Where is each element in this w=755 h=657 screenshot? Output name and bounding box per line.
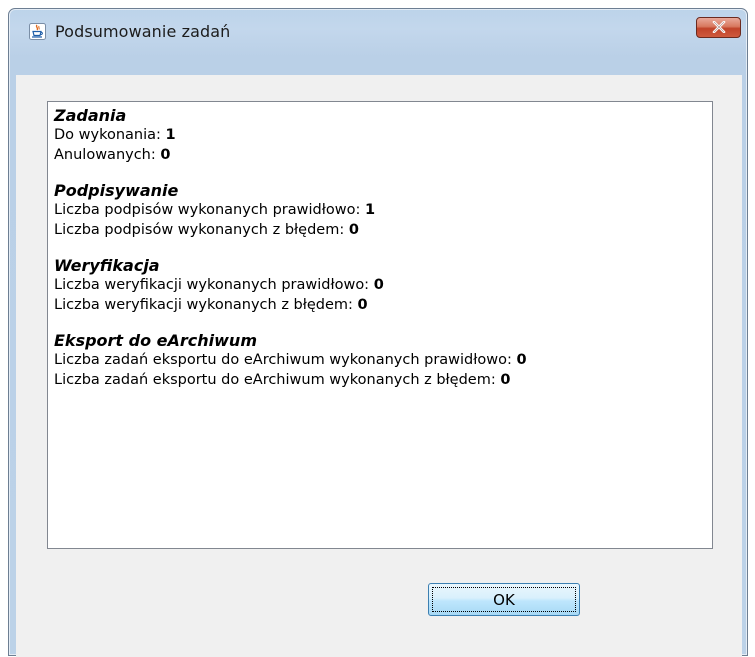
row-label: Liczba zadań eksportu do eArchiwum wykon… <box>54 372 496 388</box>
summary-row: Liczba zadań eksportu do eArchiwum wykon… <box>54 350 712 370</box>
summary-row: Liczba podpisów wykonanych prawidłowo: 1 <box>54 200 712 220</box>
row-value: 1 <box>364 202 376 218</box>
summary-row: Do wykonania: 1 <box>54 125 712 145</box>
section-eksport: Eksport do eArchiwum Liczba zadań ekspor… <box>54 331 712 390</box>
row-value: 0 <box>348 222 359 238</box>
row-value: 0 <box>160 147 171 163</box>
row-label: Liczba zadań eksportu do eArchiwum wykon… <box>54 352 512 368</box>
java-cup-icon <box>29 23 46 40</box>
section-title: Weryfikacja <box>54 256 160 275</box>
section-weryfikacja: Weryfikacja Liczba weryfikacji wykonanyc… <box>54 256 712 315</box>
summary-row: Liczba podpisów wykonanych z błędem: 0 <box>54 220 712 240</box>
dialog-content: Zadania Do wykonania: 1 Anulowanych: 0 P… <box>16 75 742 657</box>
row-label: Liczba podpisów wykonanych prawidłowo: <box>54 202 361 218</box>
row-label: Anulowanych: <box>54 147 156 163</box>
close-icon <box>712 18 726 37</box>
section-podpisywanie: Podpisywanie Liczba podpisów wykonanych … <box>54 181 712 240</box>
row-value: 0 <box>500 372 511 388</box>
row-label: Do wykonania: <box>54 127 161 143</box>
section-title: Zadania <box>54 106 127 125</box>
row-value: 0 <box>373 277 384 293</box>
row-value: 1 <box>165 127 176 143</box>
row-value: 0 <box>516 352 527 368</box>
dialog-window: Podsumowanie zadań Zadania Do wykonania:… <box>8 8 748 657</box>
section-title: Eksport do eArchiwum <box>54 331 257 350</box>
window-title: Podsumowanie zadań <box>55 22 231 41</box>
summary-row: Anulowanych: 0 <box>54 145 712 165</box>
row-label: Liczba weryfikacji wykonanych z błędem: <box>54 297 353 313</box>
ok-button[interactable]: OK <box>428 583 580 616</box>
section-zadania: Zadania Do wykonania: 1 Anulowanych: 0 <box>54 106 712 165</box>
row-value: 0 <box>357 297 368 313</box>
focus-ring <box>432 587 576 612</box>
title-bar[interactable]: Podsumowanie zadań <box>9 9 747 53</box>
summary-row: Liczba weryfikacji wykonanych z błędem: … <box>54 295 712 315</box>
summary-panel: Zadania Do wykonania: 1 Anulowanych: 0 P… <box>47 101 713 549</box>
row-label: Liczba weryfikacji wykonanych prawidłowo… <box>54 277 370 293</box>
row-label: Liczba podpisów wykonanych z błędem: <box>54 222 345 238</box>
summary-row: Liczba zadań eksportu do eArchiwum wykon… <box>54 370 712 390</box>
close-button[interactable] <box>696 17 741 38</box>
summary-row: Liczba weryfikacji wykonanych prawidłowo… <box>54 275 712 295</box>
section-title: Podpisywanie <box>54 181 179 200</box>
